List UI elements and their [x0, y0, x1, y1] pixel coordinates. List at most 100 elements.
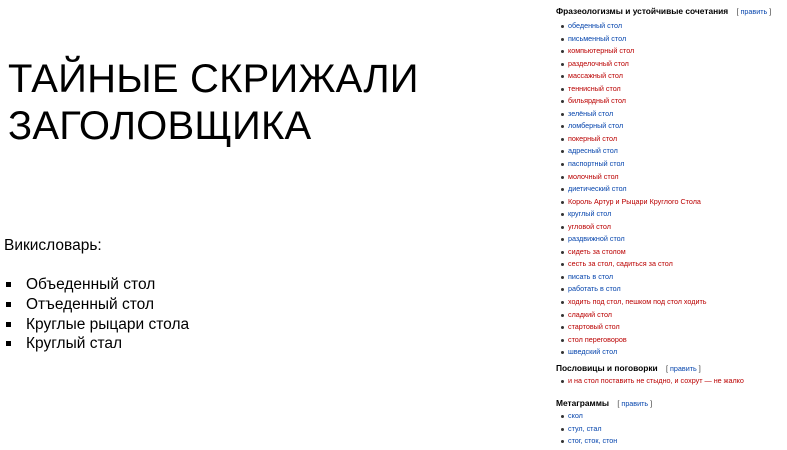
wiki-list-item: диетический стол [556, 183, 707, 196]
wiki-list-item: компьютерный стол [556, 45, 707, 58]
bullet-text: Круглый стал [26, 335, 123, 353]
wiki-link[interactable]: угловой стол [568, 222, 611, 231]
bullet-square-icon [6, 282, 11, 287]
wiki-link[interactable]: компьютерный стол [568, 46, 634, 55]
wiki-list-item: зелёный стол [556, 108, 707, 121]
bullet-square-icon [6, 321, 11, 327]
wiki-link[interactable]: сидеть за столом [568, 247, 626, 256]
wiki-list-item: письменный стол [556, 33, 707, 46]
wiki-link[interactable]: и на стол поставить не стыдно, и сохрут … [568, 376, 744, 385]
bullet-dot-icon [561, 37, 564, 41]
proverbs-list: и на стол поставить не стыдно, и сохрут … [556, 375, 744, 388]
section-heading-text: Фразеологизмы и устойчивые сочетания [556, 6, 729, 16]
wiki-list-item: стул, стал [556, 423, 617, 436]
wiki-list-item: сидеть за столом [556, 246, 707, 259]
edit-section-link[interactable]: править [670, 364, 697, 373]
wiki-link[interactable]: стог, сток, стон [568, 436, 617, 445]
wiki-list-item: скол [556, 410, 617, 423]
wiki-list-item: сесть за стол, садиться за стол [556, 258, 707, 271]
wiki-link[interactable]: теннисный стол [568, 84, 621, 93]
wiki-link[interactable]: ломберный стол [568, 121, 623, 130]
bullet-dot-icon [561, 288, 564, 292]
wiki-list-item: Король Артур и Рыцари Круглого Стола [556, 196, 707, 209]
wiki-link[interactable]: сесть за стол, садиться за стол [568, 259, 673, 268]
wiki-list-item: стартовый стол [556, 321, 707, 334]
wiki-list-item: стог, сток, стон [556, 435, 617, 448]
wiki-link[interactable]: шведский стол [568, 347, 617, 356]
slide-title-line-2: ЗАГОЛОВЩИКА [8, 104, 312, 148]
wiki-list-item: массажный стол [556, 70, 707, 83]
wiki-link[interactable]: диетический стол [568, 184, 627, 193]
wiki-link[interactable]: стартовый стол [568, 322, 620, 331]
wiki-link[interactable]: Король Артур и Рыцари Круглого Стола [568, 197, 701, 206]
wiki-link[interactable]: разделочный стол [568, 59, 629, 68]
bullet-dot-icon [561, 427, 564, 431]
edit-link-wrapper: [ править ] [666, 364, 701, 373]
wiki-list-item: адресный стол [556, 145, 707, 158]
edit-link-wrapper: [ править ] [736, 7, 772, 16]
wiki-list-item: угловой стол [556, 221, 707, 234]
bullet-square-icon [6, 301, 11, 307]
wiki-list-item: круглый стол [556, 208, 707, 221]
bullet-dot-icon [561, 25, 564, 28]
bullet-dot-icon [561, 380, 564, 383]
wiki-link[interactable]: письменный стол [568, 34, 626, 43]
wiki-list-item: молочный стол [556, 171, 707, 184]
bullet-dot-icon [561, 440, 564, 444]
wiki-link[interactable]: бильярдный стол [568, 96, 626, 105]
section-heading-metagrams: Метаграммы [ править ] [556, 396, 652, 410]
bullet-item: Круглые рыцари стола [4, 315, 189, 335]
wiki-link[interactable]: писать в стол [568, 272, 613, 281]
bullet-dot-icon [561, 351, 564, 355]
bullet-dot-icon [561, 150, 564, 154]
source-label: Викисловарь: [4, 237, 102, 254]
bullet-dot-icon [561, 275, 564, 279]
wiki-link[interactable]: молочный стол [568, 172, 619, 181]
edit-section-link[interactable]: править [741, 7, 768, 16]
wiki-link[interactable]: обеденный стол [568, 21, 622, 30]
wiki-list-item: паспортный стол [556, 158, 707, 171]
wiki-link[interactable]: скол [568, 411, 583, 420]
wiki-link[interactable]: паспортный стол [568, 159, 625, 168]
wiki-link[interactable]: массажный стол [568, 71, 623, 80]
bullet-square-icon [6, 341, 11, 347]
wiki-list-item: сладкий стол [556, 309, 707, 322]
wiki-link[interactable]: адресный стол [568, 146, 618, 155]
bullet-dot-icon [561, 238, 564, 242]
bullet-dot-icon [561, 415, 564, 418]
bullet-dot-icon [561, 200, 564, 204]
edit-link-wrapper: [ править ] [617, 399, 653, 408]
edit-section-link[interactable]: править [621, 399, 648, 408]
wiki-list-item: ломберный стол [556, 120, 707, 133]
wiki-link[interactable]: раздвижной стол [568, 234, 625, 243]
bullet-dot-icon [561, 225, 564, 229]
section-heading-text: Пословицы и поговорки [556, 363, 658, 373]
wiki-link[interactable]: круглый стол [568, 209, 611, 218]
wiki-link[interactable]: зелёный стол [568, 109, 613, 118]
wiki-link[interactable]: стол переговоров [568, 335, 627, 344]
bullet-dot-icon [561, 213, 564, 217]
bullet-list: Объеденный стол Отъеденный стол Круглые … [4, 275, 189, 354]
bullet-dot-icon [561, 250, 564, 254]
bullet-item: Объеденный стол [4, 275, 189, 295]
wiki-link[interactable]: работать в стол [568, 284, 621, 293]
bullet-dot-icon [561, 62, 564, 66]
wiki-link[interactable]: покерный стол [568, 134, 617, 143]
bullet-text: Объеденный стол [26, 276, 156, 293]
wiki-list-item: стол переговоров [556, 334, 707, 347]
bullet-dot-icon [561, 263, 564, 267]
wiki-link[interactable]: стул, стал [568, 424, 602, 433]
bullet-dot-icon [561, 188, 564, 192]
bullet-text: Круглые рыцари стола [26, 315, 190, 333]
section-heading-text: Метаграммы [556, 398, 610, 408]
wiki-link[interactable]: сладкий стол [568, 310, 612, 319]
wiki-list-item: шведский стол [556, 346, 707, 359]
bullet-item: Круглый стал [4, 334, 189, 354]
wiki-link[interactable]: ходить под стол, пешком под стол ходить [568, 297, 707, 306]
bullet-text: Отъеденный стол [26, 295, 155, 313]
section-heading-proverbs: Пословицы и поговорки [ править ] [556, 361, 701, 375]
wiki-list-item: теннисный стол [556, 83, 707, 96]
wiki-list-item: бильярдный стол [556, 95, 707, 108]
bullet-dot-icon [561, 313, 564, 317]
bullet-dot-icon [561, 112, 564, 116]
